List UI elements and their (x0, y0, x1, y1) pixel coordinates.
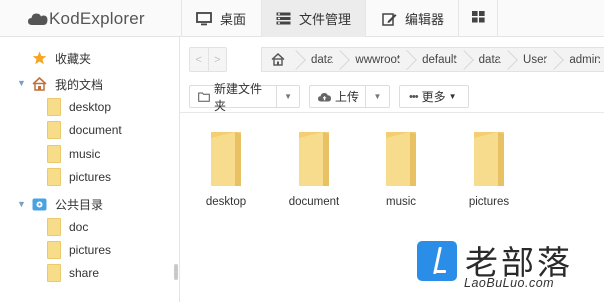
breadcrumb-home[interactable] (262, 48, 299, 71)
address-bar: < > data wwwroot default data User admin (180, 37, 604, 82)
home-icon (32, 77, 47, 91)
sidebar-item-favorites[interactable]: 收藏夹 (32, 47, 91, 69)
folder-icon (297, 130, 331, 191)
chevron-down-icon[interactable]: ▼ (17, 199, 26, 209)
folder-icon (47, 168, 61, 186)
top-nav-bar: KodExplorer 桌面 文件管理 编辑器 (0, 0, 604, 37)
file-item-pictures[interactable]: pictures (454, 130, 524, 215)
more-button[interactable]: ••• 更多 ▼ (399, 85, 469, 108)
folder-icon (47, 264, 61, 282)
folder-icon (384, 130, 418, 191)
breadcrumb-item[interactable]: wwwroot (343, 48, 410, 71)
drive-icon (32, 198, 47, 211)
sidebar-tree: 收藏夹 ▼ 我的文档 desktop document music pictur… (0, 37, 180, 302)
server-icon (276, 12, 291, 25)
sidebar-scrollbar[interactable] (174, 264, 178, 280)
sidebar-item-public-pictures[interactable]: pictures (47, 239, 111, 261)
forward-button[interactable]: > (207, 48, 227, 71)
tab-desktop[interactable]: 桌面 (181, 0, 261, 37)
edit-icon (382, 12, 397, 26)
home-icon (271, 53, 285, 66)
watermark-en-text: LaoBuLuo.com (464, 276, 555, 290)
grid-icon (471, 11, 485, 26)
watermark: 老部落 LaoBuLuo.com (417, 236, 604, 302)
sidebar-item-share[interactable]: share (47, 262, 99, 284)
app-logo[interactable]: KodExplorer (28, 7, 145, 31)
toolbar-divider (180, 112, 604, 113)
sidebar-item-my-docs[interactable]: 我的文档 (32, 73, 103, 95)
file-item-desktop[interactable]: desktop (191, 130, 261, 215)
sidebar-item-document[interactable]: document (47, 119, 122, 141)
new-folder-button[interactable]: 新建文件夹 ▼ (189, 82, 300, 113)
file-item-music[interactable]: music (366, 130, 436, 215)
tab-editor[interactable]: 编辑器 (365, 0, 458, 37)
sidebar-item-desktop[interactable]: desktop (47, 96, 111, 118)
tab-editor-label: 编辑器 (405, 12, 445, 27)
new-folder-main[interactable]: 新建文件夹 (190, 82, 276, 113)
back-button[interactable]: < (190, 48, 208, 71)
folder-icon (47, 98, 61, 116)
cloud-upload-icon (318, 92, 331, 102)
breadcrumb: data wwwroot default data User admin (261, 47, 604, 72)
folder-icon (47, 218, 61, 236)
monitor-icon (196, 11, 212, 26)
ellipsis-icon: ••• (409, 90, 419, 103)
folder-icon (472, 130, 506, 191)
breadcrumb-item[interactable]: default (410, 48, 467, 71)
file-item-document[interactable]: document (279, 130, 349, 215)
folder-outline-icon (198, 92, 210, 102)
sidebar-item-music[interactable]: music (47, 143, 100, 165)
upload-main[interactable]: 上传 (310, 86, 365, 107)
cloud-icon (28, 12, 48, 26)
more-main[interactable]: ••• 更多 ▼ (400, 86, 465, 107)
tab-desktop-label: 桌面 (220, 12, 247, 27)
sidebar-item-pictures[interactable]: pictures (47, 166, 111, 188)
chevron-down-icon[interactable]: ▼ (17, 78, 26, 88)
upload-button[interactable]: 上传 ▼ (309, 85, 390, 108)
sidebar-item-doc[interactable]: doc (47, 216, 88, 238)
caret-down-icon: ▼ (448, 92, 457, 101)
caret-down-icon[interactable]: ▼ (276, 86, 299, 107)
tab-file-manager-label: 文件管理 (299, 12, 352, 27)
watermark-logo-icon (417, 241, 457, 281)
tab-apps[interactable] (458, 0, 498, 37)
folder-icon (47, 241, 61, 259)
sidebar-item-public[interactable]: 公共目录 (32, 193, 103, 215)
app-title: KodExplorer (49, 9, 145, 28)
folder-icon (209, 130, 243, 191)
folder-icon (47, 121, 61, 139)
star-icon (32, 51, 47, 65)
history-nav: < > (189, 47, 227, 72)
folder-icon (47, 145, 61, 163)
tab-file-manager[interactable]: 文件管理 (261, 0, 365, 37)
caret-down-icon[interactable]: ▼ (365, 86, 389, 107)
